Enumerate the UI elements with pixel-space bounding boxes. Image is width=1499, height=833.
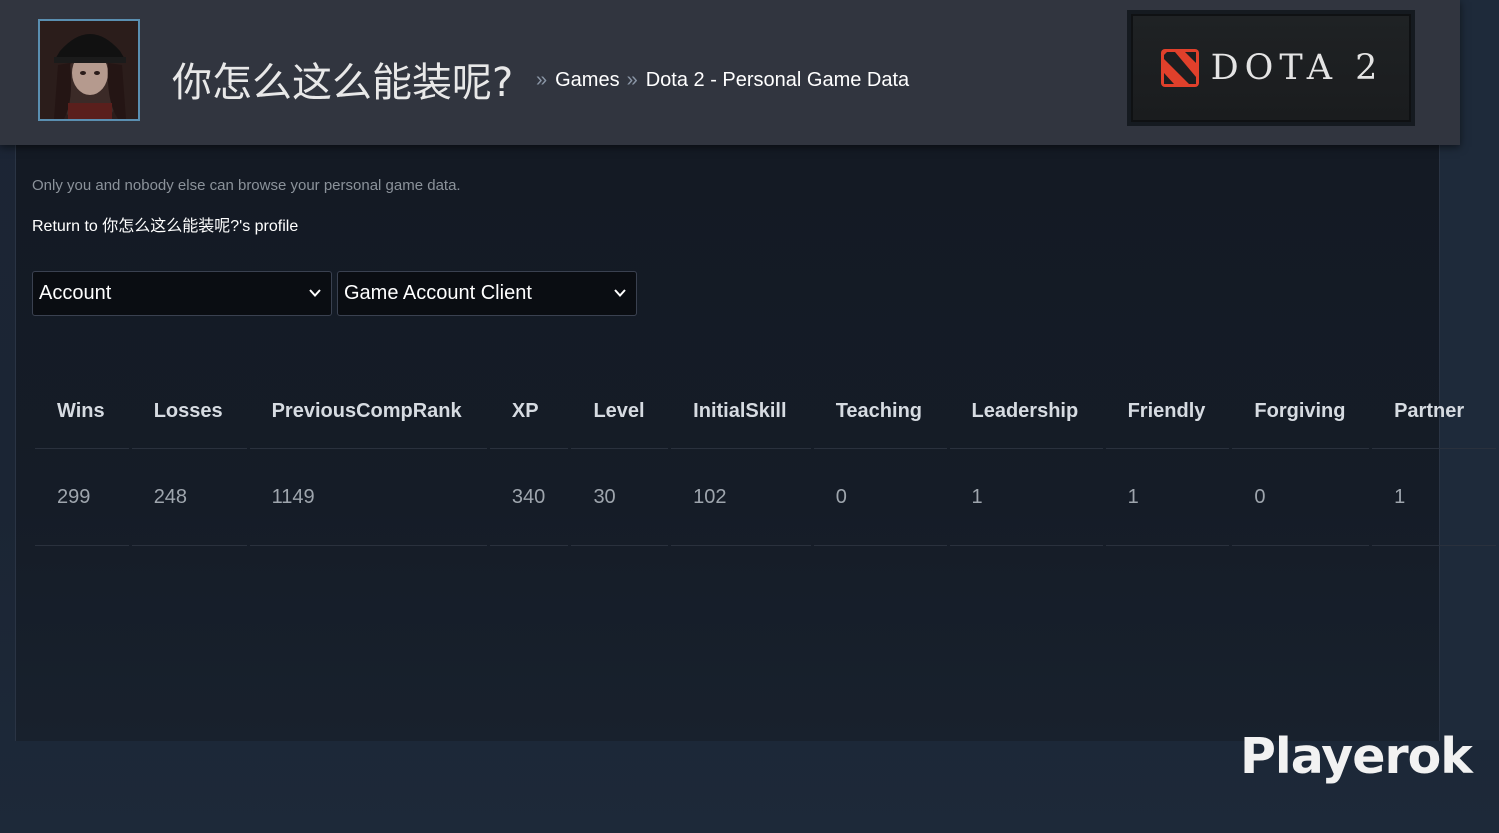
game-data-table-container[interactable]: Wins Losses PreviousCompRank XP Level In… — [35, 375, 1499, 550]
column-header-level: Level — [571, 375, 669, 449]
chevron-down-icon — [614, 289, 626, 297]
breadcrumb: » Games » Dota 2 - Personal Game Data — [536, 69, 909, 92]
column-header-partner: Partner — [1372, 375, 1496, 449]
category-select-value: Account — [39, 282, 112, 304]
avatar-image — [40, 21, 138, 119]
profile-name: 你怎么这么能装呢? — [172, 60, 514, 106]
column-header-previouscomprank: PreviousCompRank — [249, 375, 487, 449]
avatar[interactable] — [38, 19, 140, 121]
breadcrumb-separator: » — [626, 69, 638, 91]
game-logo-text: DOTA 2 — [1210, 48, 1384, 88]
cell-leadership: 1 — [949, 449, 1103, 546]
column-header-leadership: Leadership — [949, 375, 1103, 449]
cell-forgiving: 0 — [1232, 449, 1370, 546]
chevron-down-icon — [309, 289, 321, 297]
column-header-initialskill: InitialSkill — [671, 375, 811, 449]
cell-previouscomprank: 1149 — [249, 449, 487, 546]
watermark-logo: Playerok — [1240, 728, 1473, 785]
dota-logo-icon — [1160, 49, 1199, 87]
column-header-forgiving: Forgiving — [1232, 375, 1370, 449]
table-select-value: Game Account Client — [344, 282, 532, 304]
column-header-wins: Wins — [35, 375, 129, 449]
table-select[interactable]: Game Account Client — [337, 271, 637, 316]
game-data-table: Wins Losses PreviousCompRank XP Level In… — [35, 375, 1499, 546]
table-header-row: Wins Losses PreviousCompRank XP Level In… — [35, 375, 1496, 449]
cell-losses: 248 — [131, 449, 247, 546]
breadcrumb-games-link[interactable]: Games — [555, 69, 619, 92]
profile-header: 你怎么这么能装呢? » Games » Dota 2 - Personal Ga… — [0, 0, 1460, 145]
cell-partner: 1 — [1372, 449, 1496, 546]
column-header-xp: XP — [489, 375, 569, 449]
breadcrumb-separator: » — [536, 69, 548, 91]
column-header-losses: Losses — [131, 375, 247, 449]
cell-level: 30 — [571, 449, 669, 546]
cell-teaching: 0 — [813, 449, 947, 546]
cell-wins: 299 — [35, 449, 129, 546]
privacy-notice: Only you and nobody else can browse your… — [32, 177, 461, 194]
breadcrumb-current-page[interactable]: Dota 2 - Personal Game Data — [646, 69, 909, 92]
table-row: 299 248 1149 340 30 102 0 1 1 0 1 — [35, 449, 1496, 546]
cell-xp: 340 — [489, 449, 569, 546]
category-select[interactable]: Account — [32, 271, 332, 316]
column-header-friendly: Friendly — [1105, 375, 1230, 449]
cell-initialskill: 102 — [671, 449, 811, 546]
game-logo[interactable]: DOTA 2 — [1127, 10, 1415, 126]
column-header-teaching: Teaching — [813, 375, 947, 449]
return-to-profile-link[interactable]: Return to 你怎么这么能装呢?'s profile — [32, 212, 298, 236]
cell-friendly: 1 — [1105, 449, 1230, 546]
game-logo-banner: DOTA 2 — [1133, 16, 1409, 120]
